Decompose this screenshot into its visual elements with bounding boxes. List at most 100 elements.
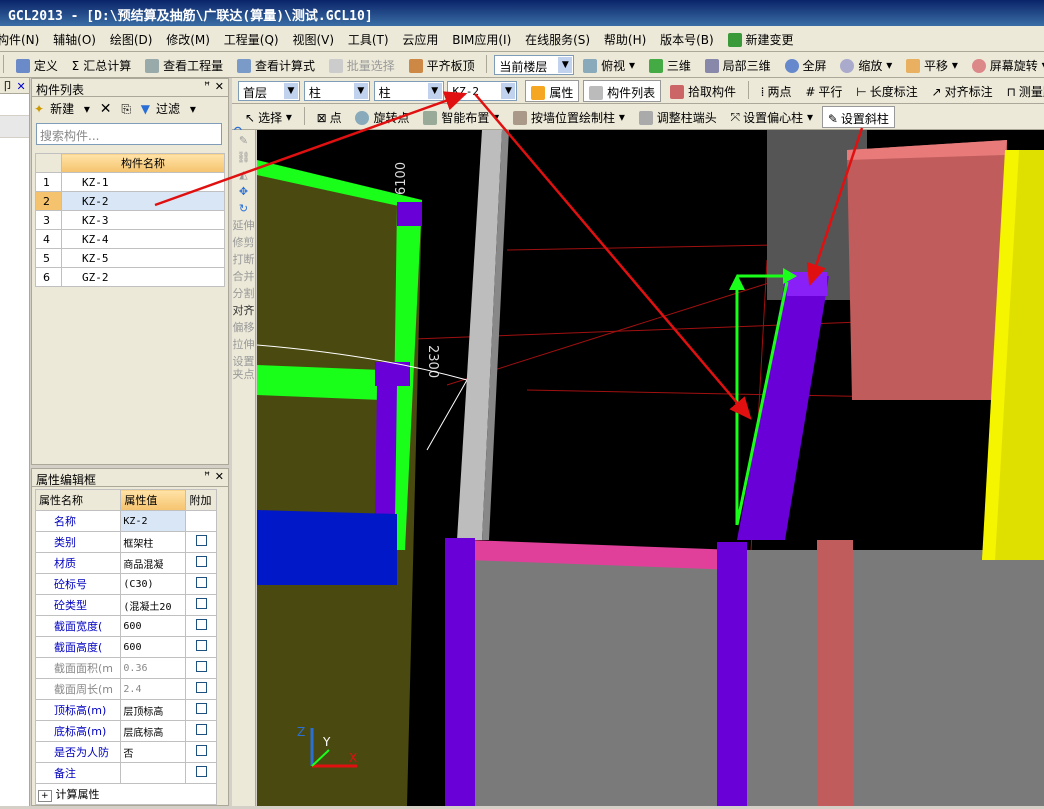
menu-quantity[interactable]: 工程量(Q) <box>219 26 284 51</box>
top-view-button[interactable]: 俯视 ▾ <box>578 54 640 76</box>
pick-button[interactable]: 拾取构件 <box>665 80 741 102</box>
two-points-button[interactable]: ⁞ 两点 <box>756 80 797 102</box>
property-row[interactable]: 截面高度(600 <box>34 636 217 658</box>
stretch-tool[interactable]: 拉伸 <box>232 338 255 351</box>
property-value[interactable]: 2.4 <box>120 678 187 700</box>
smart-layout-button[interactable]: 智能布置 ▾ <box>418 106 504 128</box>
rotate-icon[interactable]: ↻ <box>232 202 255 215</box>
checkbox[interactable] <box>195 619 207 630</box>
move-icon[interactable]: ✥ <box>232 185 255 198</box>
subtype-combo[interactable]: 柱 ▼ <box>373 81 444 101</box>
brush-icon[interactable]: ✎ <box>232 134 255 147</box>
property-row[interactable]: 顶标高(m) 层顶标高 <box>34 699 217 721</box>
checkbox[interactable] <box>195 535 207 546</box>
properties-button[interactable]: 属性 <box>525 80 580 102</box>
checkbox[interactable] <box>195 724 207 735</box>
property-value[interactable]: 600 <box>120 615 187 637</box>
checkbox[interactable] <box>195 766 207 777</box>
checkbox[interactable] <box>195 577 207 588</box>
align-dim-button[interactable]: ↗ 对齐标注 <box>927 80 998 102</box>
3d-button[interactable]: 三维 <box>644 54 696 76</box>
floor-combo[interactable]: 首层 ▼ <box>238 81 300 101</box>
close-icon[interactable]: ✕ <box>17 80 26 93</box>
pan-button[interactable]: 平移 ▾ <box>901 54 963 76</box>
menu-version[interactable]: 版本号(B) <box>655 26 719 51</box>
property-row[interactable]: 类别 框架柱 <box>34 531 217 553</box>
set-offset-button[interactable]: ⤧ 设置偏心柱 ▾ <box>726 106 818 128</box>
property-value[interactable]: KZ-2 <box>120 510 187 532</box>
property-row[interactable]: 名称 KZ-2 <box>34 510 217 532</box>
menu-cloud[interactable]: 云应用 <box>397 26 443 51</box>
3d-viewport[interactable]: 6100 2300 Z Y X <box>256 130 1044 807</box>
view-formula-button[interactable]: 查看计算式 <box>232 54 320 76</box>
nav-row[interactable] <box>0 94 29 116</box>
checkbox[interactable] <box>195 556 207 567</box>
table-row[interactable]: 5 KZ-5 <box>35 248 225 268</box>
menu-bim[interactable]: BIM应用(I) <box>447 26 516 51</box>
checkbox[interactable] <box>195 640 207 651</box>
component-name[interactable]: KZ-1 <box>61 172 225 192</box>
property-row[interactable]: 底标高(m) 层底标高 <box>34 720 217 742</box>
pin-icon[interactable]: ꟸ <box>204 471 210 482</box>
menu-component[interactable]: 构件(N) <box>0 26 44 51</box>
align-tool[interactable]: 对齐 <box>232 304 255 317</box>
property-value[interactable]: (C30) <box>120 573 187 595</box>
property-value[interactable]: 否 <box>120 741 187 763</box>
set-grip-tool[interactable]: 设置夹点 <box>232 355 255 381</box>
align-top-button[interactable]: 平齐板顶 <box>404 54 480 76</box>
define-button[interactable]: 定义 <box>11 54 63 76</box>
property-value[interactable]: 框架柱 <box>120 531 187 553</box>
calc-props-row[interactable]: + 计算属性 <box>35 783 217 805</box>
search-input[interactable]: 搜索构件...⚲ <box>36 123 243 145</box>
rotate-button[interactable]: 屏幕旋转 ▾ <box>967 54 1044 76</box>
property-value[interactable] <box>120 762 187 784</box>
component-combo[interactable]: KZ-2 ▼ <box>447 81 518 101</box>
offset-tool[interactable]: 偏移 <box>232 321 255 334</box>
property-value[interactable]: (混凝土20 <box>120 594 187 616</box>
menu-view[interactable]: 视图(V) <box>287 26 339 51</box>
adjust-end-button[interactable]: 调整柱端头 <box>634 106 722 128</box>
local-3d-button[interactable]: 局部三维 <box>700 54 776 76</box>
table-row[interactable]: 6 GZ-2 <box>35 267 225 287</box>
checkbox[interactable] <box>195 661 207 672</box>
checkbox[interactable] <box>195 598 207 609</box>
property-value[interactable]: 商品混凝 <box>120 552 187 574</box>
table-row[interactable]: 3 KZ-3 <box>35 210 225 230</box>
mirror-icon[interactable]: ◭ <box>232 168 255 181</box>
by-wall-button[interactable]: 按墙位置绘制柱 ▾ <box>508 106 630 128</box>
zoom-button[interactable]: 缩放 ▾ <box>835 54 897 76</box>
table-row[interactable]: 1 KZ-1 <box>35 172 225 192</box>
property-value[interactable]: 层底标高 <box>120 720 187 742</box>
property-row[interactable]: 砼标号 (C30) <box>34 573 217 595</box>
property-row[interactable]: 砼类型 (混凝土20 <box>34 594 217 616</box>
measure-button[interactable]: ⊓测量距 <box>1001 80 1044 102</box>
new-button[interactable]: ✦ 新建 ▾ <box>34 102 90 116</box>
delete-button[interactable]: ✕ <box>100 101 112 117</box>
merge-tool[interactable]: 合并 <box>232 270 255 283</box>
property-row[interactable]: 备注 <box>34 762 217 784</box>
sum-button[interactable]: Σ 汇总计算 <box>67 54 137 76</box>
split-tool[interactable]: 分割 <box>232 287 255 300</box>
view-qty-button[interactable]: 查看工程量 <box>140 54 228 76</box>
property-row[interactable]: 截面面积(m 0.36 <box>34 657 217 679</box>
menu-modify[interactable]: 修改(M) <box>161 26 215 51</box>
menu-tools[interactable]: 工具(T) <box>343 26 394 51</box>
nav-row[interactable] <box>0 116 29 138</box>
menu-help[interactable]: 帮助(H) <box>599 26 651 51</box>
property-value[interactable]: 600 <box>120 636 187 658</box>
property-value[interactable]: 层顶标高 <box>120 699 187 721</box>
copy-button[interactable]: ⎘ <box>121 102 131 116</box>
type-combo[interactable]: 柱 ▼ <box>303 81 370 101</box>
close-icon[interactable]: ✕ <box>215 470 224 483</box>
menu-online[interactable]: 在线服务(S) <box>520 26 595 51</box>
point-button[interactable]: ⊠ 点 <box>312 106 347 128</box>
length-dim-button[interactable]: ⊢ 长度标注 <box>851 80 922 102</box>
close-icon[interactable]: ✕ <box>215 80 224 93</box>
menu-new-change[interactable]: 新建变更 <box>723 26 799 51</box>
floor-view-combo[interactable]: 当前楼层 ▼ <box>494 55 575 75</box>
table-row[interactable]: 4 KZ-4 <box>35 229 225 249</box>
checkbox[interactable] <box>195 703 207 714</box>
component-name[interactable]: GZ-2 <box>61 267 225 287</box>
checkbox[interactable] <box>195 745 207 756</box>
component-name[interactable]: KZ-2 <box>61 191 225 211</box>
